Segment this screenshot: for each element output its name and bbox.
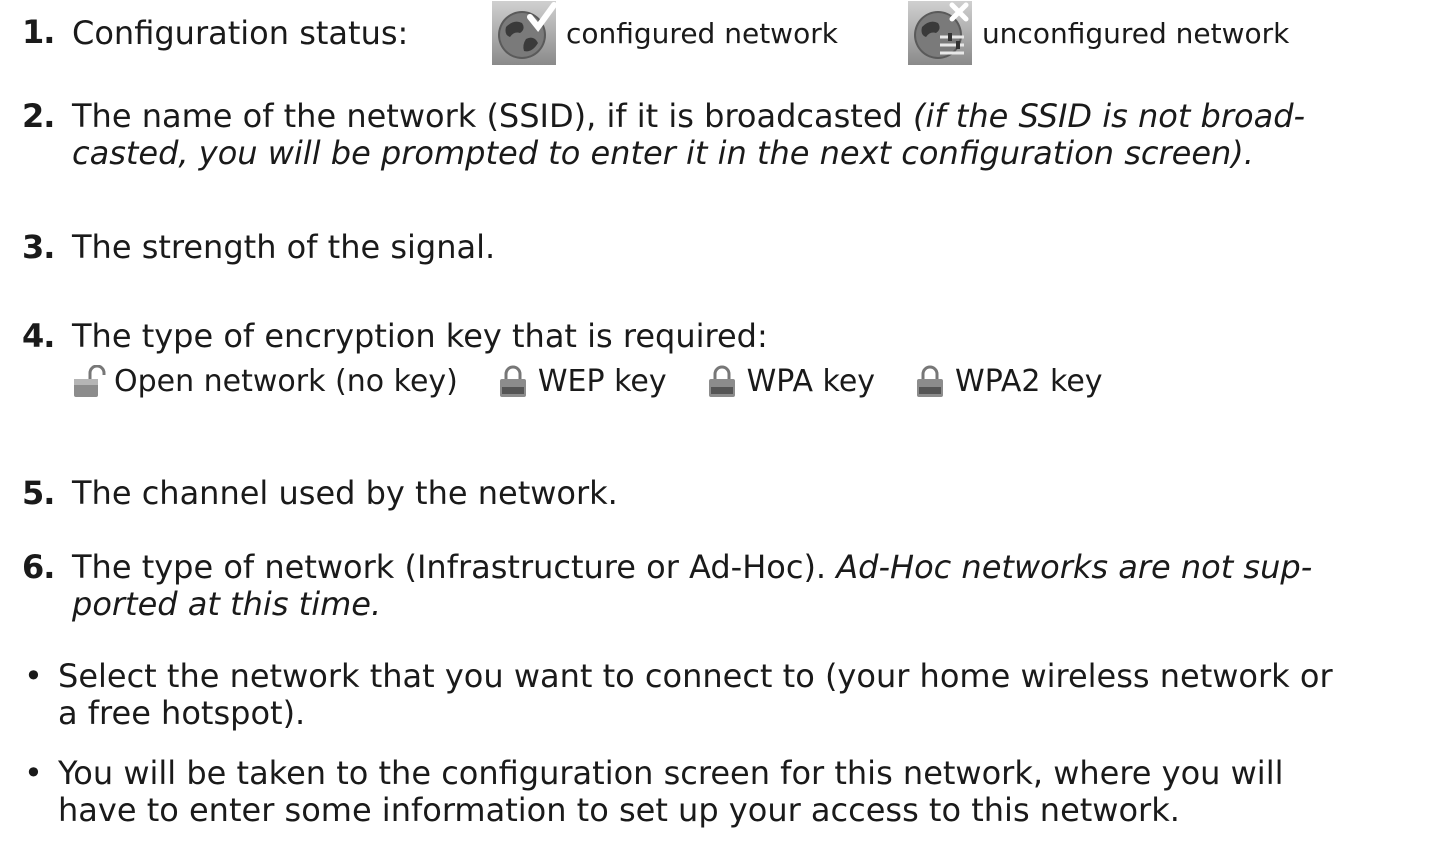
bullet-text: You will be taken to the configuration s… (58, 754, 1284, 792)
step-number: 5. (22, 474, 55, 512)
bullet-item: • You will be taken to the configuration… (24, 755, 1415, 829)
legend-unconfigured: unconfigured network (907, 1, 1290, 65)
unconfigured-network-icon (907, 1, 972, 65)
step-text: The type of encryption key that is requi… (72, 317, 768, 355)
configured-network-label: configured network (566, 16, 838, 50)
wep-lock-icon (499, 365, 526, 397)
step-5: 5. The channel used by the network. (22, 475, 1405, 512)
step-text: The strength of the signal. (72, 228, 496, 266)
key-wpa: WPA key (705, 363, 875, 400)
step-6: 6. The type of network (Infrastructure o… (22, 549, 1405, 623)
bullet-item: • Select the network that you want to co… (24, 658, 1415, 732)
step-text: The name of the network (SSID), if it is… (72, 98, 1405, 135)
legend-configured: configured network (492, 1, 838, 65)
ssid-text: The name of the network (SSID), if it is… (72, 97, 913, 135)
key-wpa-label: WPA key (746, 364, 876, 399)
ssid-note-continued: casted, you will be prompted to enter it… (72, 134, 1254, 172)
key-open-label: Open network (no key) (114, 364, 458, 399)
bullet-text-continued: have to enter some information to set up… (58, 791, 1180, 829)
key-wpa2-label: WPA2 key (955, 364, 1103, 399)
adhoc-note: Ad-Hoc networks are not sup- (836, 548, 1313, 586)
config-status-label: Configuration status: (72, 13, 409, 52)
step-number: 1. (22, 13, 55, 51)
step-3: 3. The strength of the signal. (22, 229, 1405, 266)
step-text: The channel used by the network. (72, 474, 618, 512)
step-text: The type of network (Infrastructure or A… (72, 549, 1405, 586)
document-page: 1. Configuration status: configured netw… (0, 0, 1435, 852)
step-2: 2. The name of the network (SSID), if it… (22, 98, 1405, 172)
key-wpa2: WPA2 key (913, 363, 1103, 400)
bullet-marker: • (24, 657, 43, 695)
bullet-text-continued: a free hotspot). (58, 694, 306, 732)
encryption-legend: Open network (no key) WEP key WPA key WP… (72, 363, 1405, 400)
key-wep-label: WEP key (537, 364, 667, 399)
key-wep: WEP key (496, 363, 667, 400)
step-4: 4. The type of encryption key that is re… (22, 318, 1405, 400)
step-1: 1. Configuration status: configured netw… (22, 0, 1405, 66)
unconfigured-network-label: unconfigured network (981, 16, 1290, 50)
wpa-lock-icon (708, 365, 735, 397)
wpa2-lock-icon (917, 365, 944, 397)
bullet-text: Select the network that you want to conn… (58, 657, 1333, 695)
configured-network-icon (492, 1, 556, 65)
ssid-note: (if the SSID is not broad- (912, 97, 1306, 135)
network-type-text: The type of network (Infrastructure or A… (72, 548, 837, 586)
adhoc-note-continued: ported at this time. (72, 585, 382, 623)
key-open: Open network (no key) (72, 363, 458, 400)
step-number: 3. (22, 228, 55, 266)
step-number: 2. (22, 97, 55, 135)
bullet-marker: • (24, 754, 43, 792)
step-number: 4. (22, 317, 55, 355)
step-number: 6. (22, 548, 55, 586)
open-lock-icon (74, 364, 106, 397)
